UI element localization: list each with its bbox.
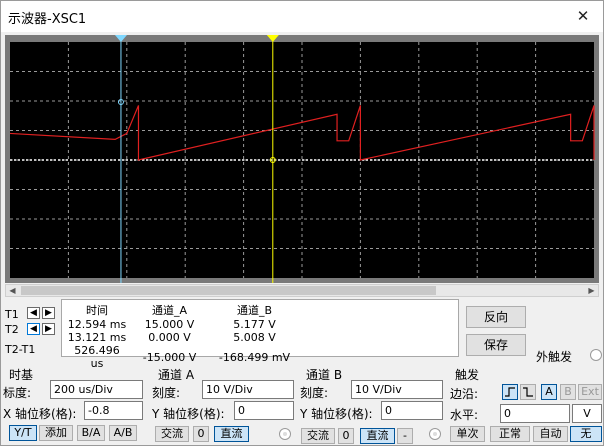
readout-row-t1: 12.594 ms 15.000 V 5.177 V bbox=[67, 318, 297, 331]
horizontal-scrollbar[interactable]: ◀ ▶ bbox=[5, 284, 599, 297]
channel-b-scale-field[interactable]: 10 V/Div bbox=[351, 380, 443, 399]
save-button[interactable]: 保存 bbox=[466, 334, 526, 356]
channel-a-scale-label: 刻度: bbox=[152, 386, 181, 400]
header-channel-b: 通道_B bbox=[236, 304, 273, 317]
header-time: 时间 bbox=[86, 304, 108, 317]
ab-mode-button[interactable]: A/B bbox=[109, 425, 137, 441]
t1-channel-b: 5.177 V bbox=[233, 318, 276, 331]
t2-channel-b: 5.008 V bbox=[233, 331, 276, 344]
timebase-xpos-field[interactable]: -0.8 bbox=[84, 401, 143, 420]
channel-a-dc-button[interactable]: 直流 bbox=[214, 426, 249, 442]
t2-time: 13.121 ms bbox=[67, 331, 127, 344]
channel-a-title: 通道 A bbox=[158, 368, 195, 382]
trigger-source-b-button[interactable]: B bbox=[560, 384, 576, 400]
channel-b-ypos-field[interactable]: 0 bbox=[381, 401, 443, 420]
close-icon[interactable]: ✕ bbox=[573, 6, 593, 26]
ext-trigger-connector[interactable] bbox=[590, 349, 602, 361]
trigger-single-button[interactable]: 单次 bbox=[450, 426, 485, 442]
reverse-button[interactable]: 反向 bbox=[466, 306, 526, 328]
scope-display bbox=[9, 35, 595, 283]
ba-mode-button[interactable]: B/A bbox=[77, 425, 105, 441]
channel-a-ypos-label: Y 轴位移(格): bbox=[152, 407, 225, 421]
channel-b-ypos-label: Y 轴位移(格): bbox=[300, 407, 373, 421]
title-bar: 示波器-XSC1 ✕ bbox=[1, 1, 603, 32]
timebase-title: 时基 bbox=[9, 368, 34, 382]
cursor-t1-handle-icon bbox=[114, 35, 127, 42]
diff-channel-b: -168.499 mV bbox=[218, 350, 291, 364]
channel-b-zero-button[interactable]: 0 bbox=[338, 428, 354, 444]
readout-row-t2: 13.121 ms 0.000 V 5.008 V bbox=[67, 331, 297, 344]
timebase-scale-label: 标度: bbox=[3, 386, 32, 400]
diff-time: 526.496 us bbox=[74, 344, 120, 370]
scroll-right-icon[interactable]: ▶ bbox=[585, 285, 598, 296]
falling-edge-icon[interactable] bbox=[520, 384, 536, 400]
scroll-thumb[interactable] bbox=[21, 286, 436, 295]
add-mode-button[interactable]: 添加 bbox=[39, 425, 73, 441]
rising-edge-icon[interactable] bbox=[502, 384, 518, 400]
header-channel-a: 通道_A bbox=[151, 304, 188, 317]
channel-a-ypos-field[interactable]: 0 bbox=[234, 401, 294, 420]
trigger-auto-button[interactable]: 自动 bbox=[533, 426, 568, 442]
t2-t1-label: T2-T1 bbox=[5, 343, 36, 356]
t2-channel-a: 0.000 V bbox=[148, 331, 191, 344]
t1-left-arrow-icon[interactable]: ◀ bbox=[27, 307, 40, 319]
t2-label: T2 bbox=[5, 323, 19, 336]
cursor-t2-handle-icon bbox=[266, 35, 279, 42]
t1-label: T1 bbox=[5, 308, 19, 321]
trigger-edge-label: 边沿: bbox=[450, 387, 479, 401]
ext-trigger-label: 外触发 bbox=[536, 350, 573, 364]
channel-b-minus-button[interactable]: - bbox=[397, 428, 413, 444]
trigger-none-button[interactable]: 无 bbox=[570, 426, 602, 442]
trigger-normal-button[interactable]: 正常 bbox=[490, 426, 530, 442]
t1-time: 12.594 ms bbox=[67, 318, 127, 331]
trigger-source-ext-button[interactable]: Ext bbox=[578, 384, 602, 400]
oscilloscope-window: 示波器-XSC1 ✕ ◀ ▶ T1 ◀ ▶ T2 ◀ ▶ T2-T1 时间 通道… bbox=[0, 0, 604, 446]
window-title: 示波器-XSC1 bbox=[8, 12, 87, 27]
channel-a-zero-button[interactable]: 0 bbox=[193, 426, 209, 442]
scroll-left-icon[interactable]: ◀ bbox=[6, 285, 19, 296]
trigger-level-label: 水平: bbox=[450, 408, 479, 422]
channel-b-dc-button[interactable]: 直流 bbox=[360, 428, 395, 444]
timebase-scale-field[interactable]: 200 us/Div bbox=[50, 380, 143, 399]
trigger-source-a-button[interactable]: A bbox=[541, 384, 557, 400]
channel-b-scale-label: 刻度: bbox=[300, 386, 329, 400]
yt-mode-button[interactable]: Y/T bbox=[9, 425, 37, 441]
channel-b-ac-button[interactable]: 交流 bbox=[301, 428, 335, 444]
trigger-title: 触发 bbox=[455, 368, 480, 382]
timebase-xpos-label: X 轴位移(格): bbox=[3, 407, 77, 421]
channel-a-connector[interactable] bbox=[279, 428, 291, 440]
cursor-readout-panel: 时间 通道_A 通道_B 12.594 ms 15.000 V 5.177 V … bbox=[61, 299, 459, 370]
t2-left-arrow-icon[interactable]: ◀ bbox=[27, 323, 40, 335]
channel-a-scale-field[interactable]: 10 V/Div bbox=[202, 380, 294, 399]
t2-right-arrow-icon[interactable]: ▶ bbox=[42, 323, 55, 335]
channel-a-ac-button[interactable]: 交流 bbox=[155, 426, 189, 442]
t1-right-arrow-icon[interactable]: ▶ bbox=[42, 307, 55, 319]
trigger-level-field[interactable]: 0 bbox=[500, 404, 570, 423]
t1-channel-a: 15.000 V bbox=[144, 318, 195, 331]
channel-b-connector[interactable] bbox=[429, 428, 441, 440]
channel-b-title: 通道 B bbox=[306, 368, 343, 382]
trigger-level-unit[interactable]: V bbox=[572, 404, 602, 423]
readout-table: 时间 通道_A 通道_B 12.594 ms 15.000 V 5.177 V … bbox=[67, 302, 297, 370]
